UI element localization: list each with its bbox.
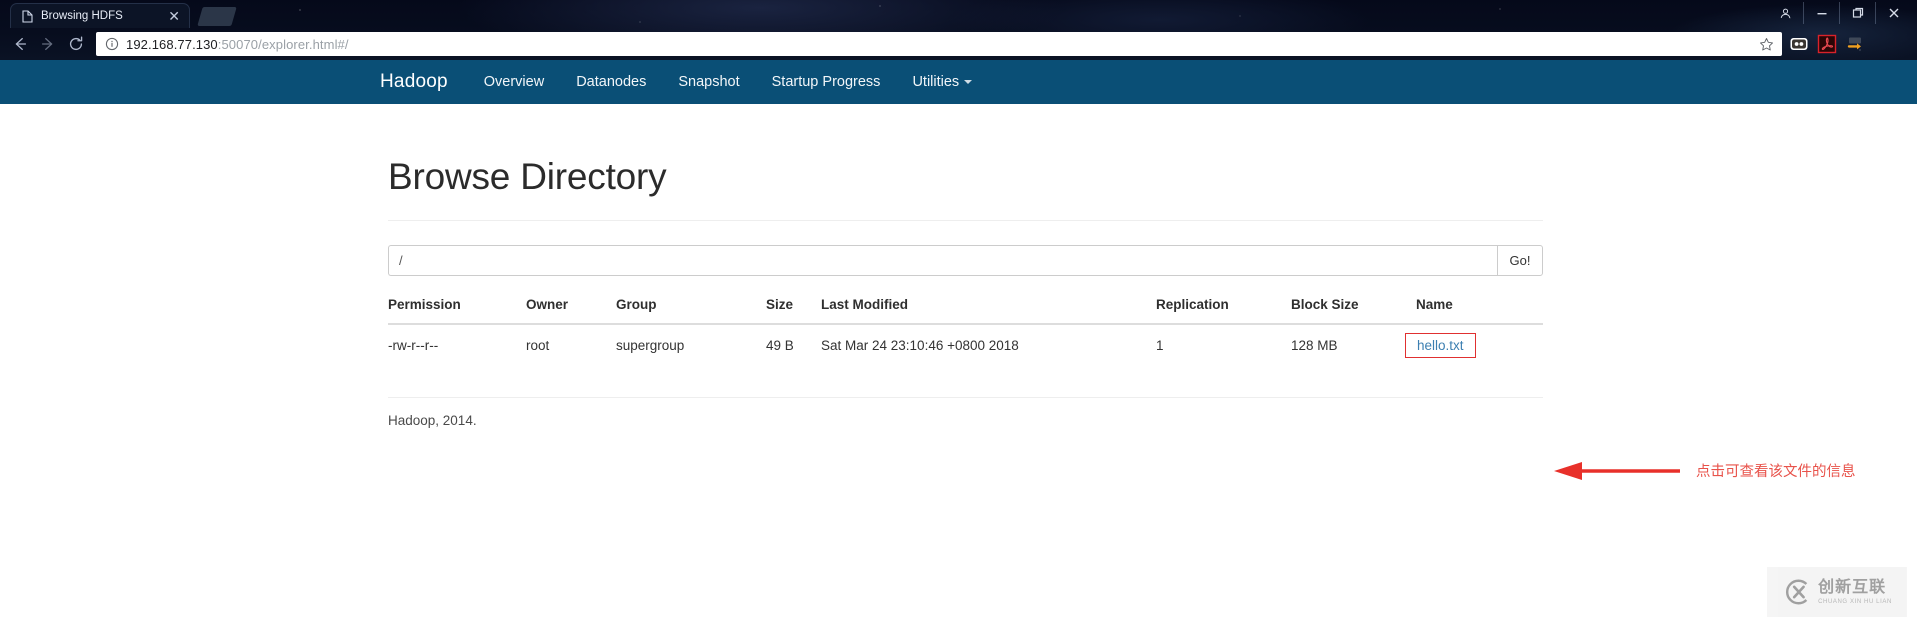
column-header-name: Name bbox=[1416, 297, 1453, 312]
chevron-down-icon bbox=[964, 80, 973, 85]
window-controls bbox=[1767, 1, 1911, 25]
footer-text: Hadoop, 2014. bbox=[388, 413, 477, 428]
path-input[interactable] bbox=[388, 245, 1497, 276]
column-header-replication: Replication bbox=[1156, 297, 1229, 312]
file-link-hello-txt[interactable]: hello.txt bbox=[1417, 338, 1464, 353]
back-arrow-icon[interactable] bbox=[6, 31, 34, 57]
close-icon[interactable] bbox=[1875, 2, 1911, 24]
page-icon bbox=[21, 9, 34, 23]
directory-listing-table: Permission Owner Group Size Last Modifie… bbox=[388, 297, 1543, 366]
star-icon[interactable] bbox=[1759, 37, 1774, 52]
cell-permission: -rw-r--r-- bbox=[388, 338, 439, 353]
tab-strip: Browsing HDFS ✕ bbox=[0, 0, 1917, 28]
path-input-group: Go! bbox=[388, 245, 1543, 276]
close-icon[interactable]: ✕ bbox=[165, 9, 183, 23]
cx-logo-icon bbox=[1782, 577, 1812, 607]
file-name-highlight-box: hello.txt bbox=[1405, 333, 1476, 358]
column-header-permission: Permission bbox=[388, 297, 461, 312]
brand-hadoop[interactable]: Hadoop bbox=[380, 71, 448, 93]
table-row: -rw-r--r-- root supergroup 49 B Sat Mar … bbox=[388, 324, 1543, 366]
left-arrow-icon bbox=[1552, 461, 1682, 481]
cell-name: hello.txt bbox=[1405, 324, 1543, 366]
annotation-callout: 点击可查看该文件的信息 bbox=[1552, 460, 1856, 481]
minimize-icon[interactable] bbox=[1803, 2, 1839, 24]
watermark-en: CHUANG XIN HU LIAN bbox=[1818, 598, 1892, 605]
go-button[interactable]: Go! bbox=[1497, 245, 1543, 276]
footer-divider bbox=[388, 397, 1543, 398]
tab-title: Browsing HDFS bbox=[41, 10, 123, 22]
nav-link-utilities[interactable]: Utilities bbox=[912, 74, 973, 90]
browser-toolbar: 192.168.77.130:50070/explorer.html#/ bbox=[0, 28, 1917, 60]
column-header-owner: Owner bbox=[526, 297, 569, 312]
browser-tab[interactable]: Browsing HDFS ✕ bbox=[10, 3, 190, 28]
account-icon[interactable] bbox=[1767, 2, 1803, 24]
cell-group: supergroup bbox=[616, 338, 685, 353]
orange-arrow-extension-icon[interactable] bbox=[1845, 34, 1865, 54]
title-divider bbox=[388, 220, 1543, 221]
url-path: :50070/explorer.html#/ bbox=[217, 36, 349, 52]
forward-arrow-icon[interactable] bbox=[34, 31, 62, 57]
nav-link-utilities-label: Utilities bbox=[912, 74, 960, 90]
url-text: 192.168.77.130:50070/explorer.html#/ bbox=[126, 37, 1753, 52]
nav-link-overview[interactable]: Overview bbox=[484, 74, 544, 90]
new-tab-icon[interactable] bbox=[197, 7, 237, 26]
cell-owner: root bbox=[526, 338, 550, 353]
info-circle-icon[interactable] bbox=[105, 37, 119, 51]
page-title: Browse Directory bbox=[388, 156, 667, 197]
address-bar[interactable]: 192.168.77.130:50070/explorer.html#/ bbox=[96, 32, 1782, 56]
reload-icon[interactable] bbox=[62, 31, 90, 57]
column-header-block-size: Block Size bbox=[1291, 297, 1359, 312]
nav-link-datanodes[interactable]: Datanodes bbox=[576, 74, 646, 90]
watermark-text: 创新互联 CHUANG XIN HU LIAN bbox=[1818, 578, 1892, 605]
goggles-extension-icon[interactable] bbox=[1789, 34, 1809, 54]
watermark: 创新互联 CHUANG XIN HU LIAN bbox=[1767, 567, 1907, 617]
column-header-last-modified: Last Modified bbox=[821, 297, 908, 312]
column-header-group: Group bbox=[616, 297, 657, 312]
adobe-acrobat-icon[interactable] bbox=[1817, 34, 1837, 54]
cell-block-size: 128 MB bbox=[1291, 338, 1338, 353]
nav-link-startup-progress[interactable]: Startup Progress bbox=[772, 74, 881, 90]
browser-chrome: Browsing HDFS ✕ 192.168.77.130:50070/exp… bbox=[0, 0, 1917, 60]
cell-last-modified: Sat Mar 24 23:10:46 +0800 2018 bbox=[821, 338, 1019, 353]
annotation-text: 点击可查看该文件的信息 bbox=[1696, 464, 1856, 480]
table-header-row: Permission Owner Group Size Last Modifie… bbox=[388, 297, 1543, 324]
cell-replication: 1 bbox=[1156, 338, 1164, 353]
page-body: Browse Directory Go! Permission Owner Gr… bbox=[0, 104, 1917, 623]
nav-link-snapshot[interactable]: Snapshot bbox=[678, 74, 739, 90]
column-header-size: Size bbox=[766, 297, 794, 312]
hadoop-navbar: Hadoop Overview Datanodes Snapshot Start… bbox=[0, 60, 1917, 104]
cell-size: 49 B bbox=[766, 338, 794, 353]
url-host: 192.168.77.130 bbox=[126, 36, 218, 52]
maximize-icon[interactable] bbox=[1839, 2, 1875, 24]
extension-icons bbox=[1789, 34, 1865, 54]
watermark-cn: 创新互联 bbox=[1818, 578, 1887, 596]
content-container: Browse Directory Go! Permission Owner Gr… bbox=[388, 104, 1543, 428]
